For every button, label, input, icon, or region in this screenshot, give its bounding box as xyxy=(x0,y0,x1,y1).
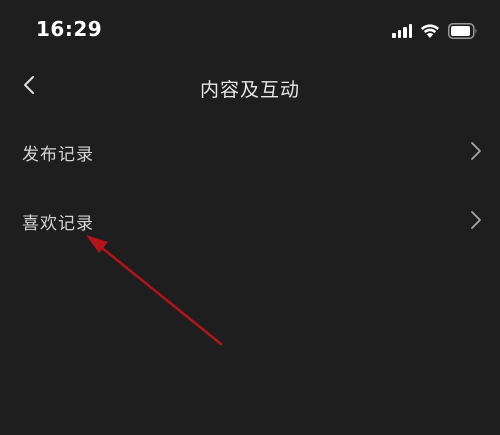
signal-icon xyxy=(392,24,412,38)
menu-list: 发布记录 喜欢记录 xyxy=(0,116,500,254)
battery-icon xyxy=(448,23,478,39)
chevron-right-icon xyxy=(470,209,482,235)
nav-bar: 内容及互动 xyxy=(0,60,500,116)
chevron-right-icon xyxy=(470,140,482,166)
status-time: 16:29 xyxy=(36,17,103,41)
wifi-icon xyxy=(420,23,440,39)
status-bar: 16:29 xyxy=(0,0,500,60)
page-title: 内容及互动 xyxy=(199,79,300,101)
menu-item-label: 发布记录 xyxy=(22,145,94,165)
status-icons xyxy=(392,20,478,42)
menu-item-publish-records[interactable]: 发布记录 xyxy=(0,116,500,185)
menu-item-like-records[interactable]: 喜欢记录 xyxy=(0,185,500,254)
menu-item-label: 喜欢记录 xyxy=(22,214,94,234)
